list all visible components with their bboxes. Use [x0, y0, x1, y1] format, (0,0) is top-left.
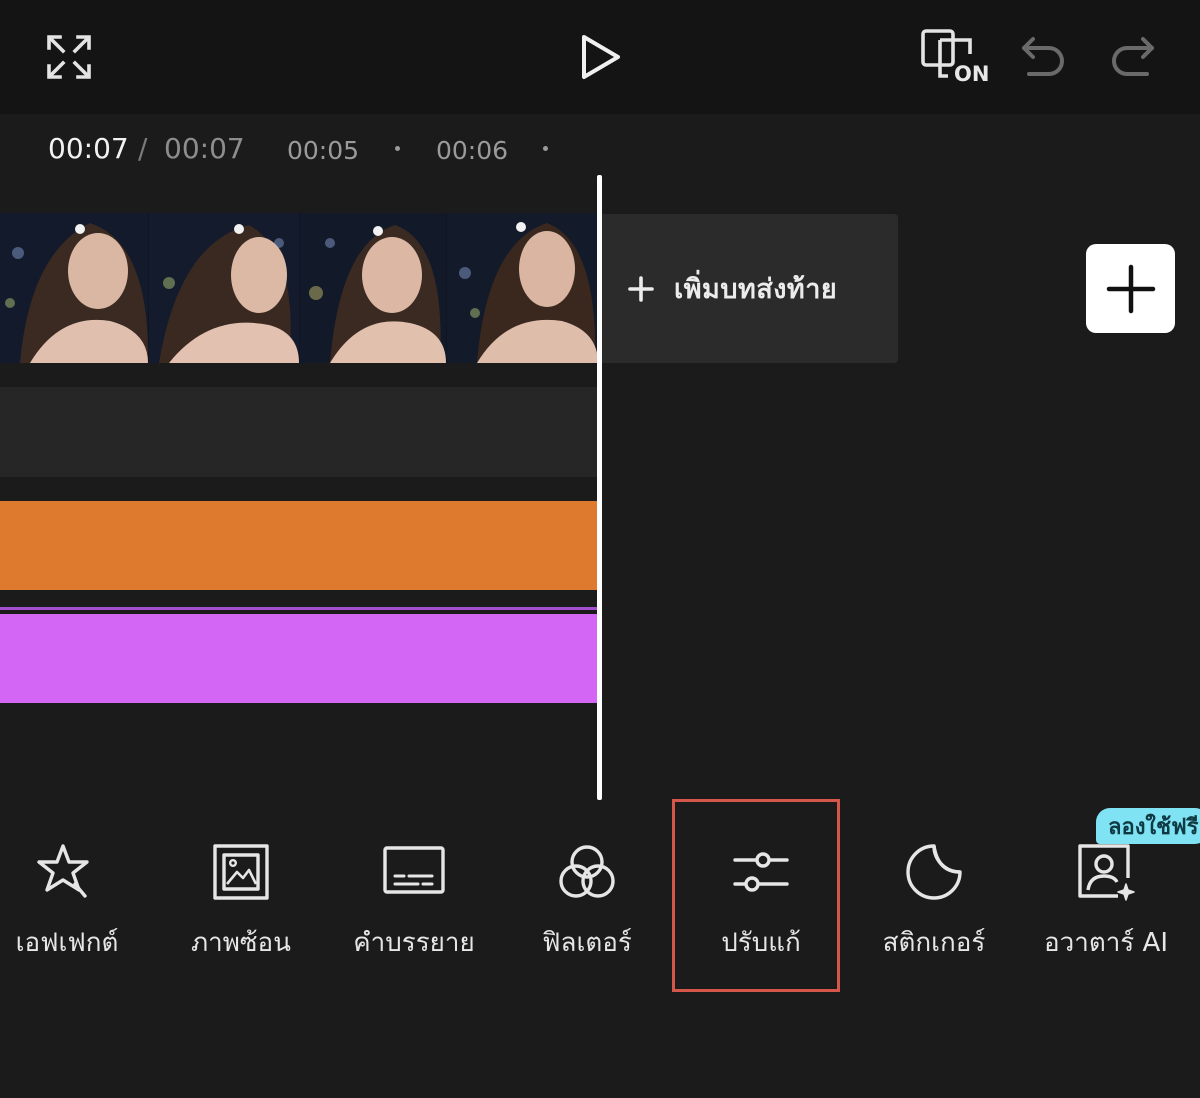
captions-icon — [378, 836, 450, 908]
tool-label: ภาพซ้อน — [191, 928, 291, 958]
fullscreen-icon[interactable] — [40, 28, 98, 86]
tool-ai-avatar[interactable]: อวาตาร์ AI — [1031, 836, 1181, 966]
tool-label: อวาตาร์ AI — [1044, 928, 1168, 958]
video-thumbnail — [149, 213, 299, 363]
add-clip-button[interactable] — [1086, 244, 1175, 333]
audio-track-clip[interactable] — [0, 501, 598, 590]
tool-captions[interactable]: คำบรรยาย — [339, 836, 489, 966]
tool-stickers[interactable]: สติกเกอร์ — [859, 836, 1009, 966]
track-divider — [0, 607, 598, 610]
current-time: 00:07 — [48, 132, 129, 165]
redo-icon[interactable] — [1106, 30, 1160, 82]
video-thumbnail — [300, 213, 446, 363]
total-duration: 00:07 — [164, 132, 245, 165]
time-separator: / — [138, 132, 148, 165]
video-clip[interactable] — [0, 213, 598, 363]
ruler-dot — [395, 146, 400, 151]
video-thumbnail — [0, 213, 148, 363]
overlay-image-icon — [205, 836, 277, 908]
undo-icon[interactable] — [1016, 30, 1070, 82]
tool-label: เอฟเฟกต์ — [15, 928, 119, 958]
highlight-box — [672, 799, 840, 992]
add-ending-label: เพิ่มบทส่งท้าย — [674, 274, 838, 305]
plus-icon — [1106, 264, 1155, 313]
tool-label: คำบรรยาย — [353, 928, 475, 958]
sticker-icon — [898, 836, 970, 908]
text-track-clip[interactable] — [0, 614, 598, 703]
tool-effects[interactable]: เอฟเฟกต์ — [0, 836, 142, 966]
tool-label: ฟิลเตอร์ — [542, 928, 632, 958]
ai-avatar-icon — [1070, 836, 1142, 908]
plus-icon — [628, 275, 654, 302]
tool-overlay[interactable]: ภาพซ้อน — [166, 836, 316, 966]
try-free-badge: ลองใช้ฟรี — [1096, 808, 1200, 844]
ruler-tick-label: 00:06 — [436, 136, 509, 165]
empty-track[interactable] — [0, 387, 598, 477]
filter-icon — [551, 836, 623, 908]
sparkle-star-icon — [31, 836, 103, 908]
preview-toggle-label: ON — [954, 62, 990, 86]
playhead[interactable] — [597, 175, 602, 800]
ruler-dot — [543, 146, 548, 151]
preview-toggle-button[interactable]: ON — [920, 28, 990, 90]
video-thumbnail — [447, 213, 598, 363]
tool-label: สติกเกอร์ — [882, 928, 986, 958]
play-icon[interactable] — [572, 28, 628, 86]
add-ending-button[interactable]: เพิ่มบทส่งท้าย — [602, 214, 898, 363]
ruler-tick-label: 00:05 — [287, 136, 360, 165]
tool-filters[interactable]: ฟิลเตอร์ — [512, 836, 662, 966]
